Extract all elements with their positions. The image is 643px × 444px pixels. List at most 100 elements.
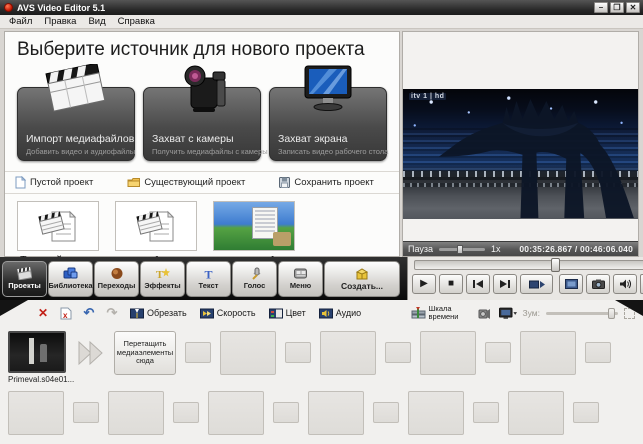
content-area: Выберите источник для нового проекта: [0, 29, 643, 257]
clapperboard-icon: [17, 267, 32, 280]
clip-thumbnail[interactable]: [8, 331, 66, 373]
play-button[interactable]: ▶: [412, 274, 436, 294]
output-monitor-button[interactable]: [499, 305, 517, 322]
menu-edit[interactable]: Правка: [38, 16, 82, 27]
capture-screen-button[interactable]: Захват экрана Записать видео рабочего ст…: [269, 87, 387, 161]
clip-placeholder[interactable]: [508, 391, 564, 435]
clip-placeholder[interactable]: [520, 331, 576, 375]
monitor-dropdown-icon: [499, 307, 517, 320]
tab-projects[interactable]: Проекты: [2, 261, 47, 297]
page-title: Выберите источник для нового проекта: [5, 32, 399, 61]
tab-label: Меню: [290, 281, 311, 290]
snapshot-button[interactable]: [586, 274, 610, 294]
trim-button[interactable]: Обрезать: [126, 307, 191, 320]
color-icon: [269, 308, 283, 319]
folder-icon: [127, 177, 140, 188]
bottom-section: Проекты Библиотека Переходы: [0, 257, 643, 444]
clip-placeholder[interactable]: [308, 391, 364, 435]
transition-placeholder[interactable]: [473, 402, 499, 423]
tab-create[interactable]: Создать...: [324, 261, 400, 297]
existing-project-button[interactable]: Существующий проект: [127, 177, 245, 188]
tab-label: Текст: [199, 281, 219, 290]
maximize-button[interactable]: ❐: [610, 2, 624, 13]
transition-placeholder[interactable]: [373, 402, 399, 423]
zoom-slider[interactable]: [546, 312, 618, 315]
source-card-title: Импорт медиафайлов: [26, 133, 134, 145]
svg-text:T: T: [204, 268, 212, 281]
minimize-button[interactable]: –: [594, 2, 608, 13]
clip-cell[interactable]: Primeval.s04e01...: [8, 331, 68, 384]
zoom-slider-handle[interactable]: [608, 308, 615, 319]
window-title: AVS Video Editor 5.1: [17, 3, 105, 13]
capture-camera-button[interactable]: Захват с камеры Получить медиафайлы с ка…: [143, 87, 261, 161]
menu-help[interactable]: Справка: [112, 16, 161, 27]
transition-placeholder[interactable]: [185, 342, 211, 363]
transition-placeholder[interactable]: [585, 342, 611, 363]
fullscreen-button[interactable]: [559, 274, 583, 294]
redo-button[interactable]: ↷: [103, 305, 121, 322]
undo-button[interactable]: ↶: [80, 305, 98, 322]
clip-placeholder[interactable]: [220, 331, 276, 375]
next-frame-button[interactable]: [493, 274, 517, 294]
prev-frame-button[interactable]: [466, 274, 490, 294]
clip-placeholder[interactable]: [8, 391, 64, 435]
import-media-button[interactable]: Импорт медиафайлов Добавить видео и ауди…: [17, 87, 135, 161]
transition-placeholder[interactable]: [73, 402, 99, 423]
split-button[interactable]: [520, 274, 553, 294]
transition-placeholder[interactable]: [273, 402, 299, 423]
seek-bar[interactable]: [414, 260, 643, 270]
clip-placeholder[interactable]: [420, 331, 476, 375]
audio-icon: [319, 308, 333, 319]
seek-handle[interactable]: [551, 258, 560, 272]
color-button[interactable]: Цвет: [265, 307, 310, 320]
stop-button[interactable]: ■: [439, 274, 463, 294]
audio-button[interactable]: Аудио: [315, 307, 365, 320]
delete-button[interactable]: ✕: [34, 305, 52, 322]
tab-effects[interactable]: T Эффекты: [140, 261, 185, 297]
tab-voice[interactable]: Голос: [232, 261, 277, 297]
speed-button[interactable]: Скорость: [196, 307, 260, 320]
desktop-image-detail: [273, 232, 291, 246]
volume-button[interactable]: [613, 274, 637, 294]
zoom-fit-icon[interactable]: [624, 308, 635, 319]
timeline-scale-toggle[interactable]: Шкала времени: [407, 304, 469, 323]
disc-menu-icon: [293, 267, 308, 280]
project-actions-row: Пустой проект Существующий проект С: [5, 171, 399, 194]
delete-all-button[interactable]: x: [57, 305, 75, 322]
speed-icon: [200, 308, 214, 319]
toolbar-button-label: Цвет: [286, 308, 306, 318]
video-preview[interactable]: itv 1 | hd: [403, 32, 638, 241]
new-project-panel: Выберите источник для нового проекта: [4, 31, 400, 257]
insert-arrow-icon: [77, 331, 105, 375]
trim-icon: [130, 308, 144, 319]
clip-placeholder[interactable]: [320, 331, 376, 375]
menu-view[interactable]: Вид: [82, 16, 111, 27]
audio-mixer-button[interactable]: [475, 305, 493, 322]
fullscreen-icon: [565, 279, 578, 289]
tab-label: Переходы: [98, 281, 136, 290]
speed-slider-handle[interactable]: [457, 245, 463, 254]
speed-slider[interactable]: [439, 248, 485, 251]
transition-placeholder[interactable]: [485, 342, 511, 363]
transition-placeholder[interactable]: [573, 402, 599, 423]
transition-placeholder[interactable]: [385, 342, 411, 363]
tab-library[interactable]: Библиотека: [48, 261, 93, 297]
menu-file[interactable]: Файл: [3, 16, 38, 27]
empty-project-button[interactable]: Пустой проект: [15, 176, 93, 189]
tab-menu[interactable]: Меню: [278, 261, 323, 297]
save-icon: [279, 177, 290, 188]
drop-media-target[interactable]: Перетащить медиаэлементы сюда: [114, 331, 176, 375]
tab-text[interactable]: T Текст: [186, 261, 231, 297]
clip-placeholder[interactable]: [408, 391, 464, 435]
tab-transitions[interactable]: Переходы: [94, 261, 139, 297]
close-button[interactable]: ✕: [626, 2, 640, 13]
transition-placeholder[interactable]: [285, 342, 311, 363]
clip-placeholder[interactable]: [108, 391, 164, 435]
source-cards: Импорт медиафайлов Добавить видео и ауди…: [5, 61, 399, 161]
preview-panel: itv 1 | hd Пауза 1x 00:35:26.867 / 00:46…: [402, 31, 639, 257]
save-project-button[interactable]: Сохранить проект: [279, 177, 373, 188]
project-file-icon: [17, 201, 99, 251]
transition-placeholder[interactable]: [173, 402, 199, 423]
camera-icon: [592, 279, 605, 289]
clip-placeholder[interactable]: [208, 391, 264, 435]
